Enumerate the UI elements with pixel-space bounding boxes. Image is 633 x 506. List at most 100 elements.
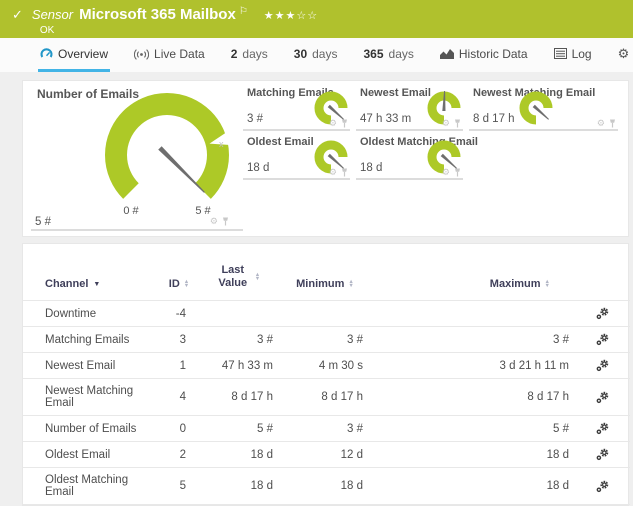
channel-settings-icon[interactable] xyxy=(596,333,609,346)
channel-last-value: 8 d 17 h xyxy=(231,391,273,403)
marker-x-icon: x xyxy=(219,139,224,149)
channel-maximum: 18 d xyxy=(546,448,569,461)
channel-last-value: 5 # xyxy=(257,422,273,435)
channel-minimum xyxy=(275,301,375,327)
gauge-current-value: 18 d xyxy=(360,162,383,174)
column-header-id[interactable]: ID xyxy=(158,244,200,301)
channel-settings-icon[interactable]: ⚙ xyxy=(442,119,450,128)
gauge-oldest-matching-email: Oldest Matching Email 18 d ⚙ xyxy=(356,136,478,180)
channels-table: Channel▼ ID Last Value Minimum Maximum D… xyxy=(23,244,630,505)
stars-filled[interactable]: ★★★ xyxy=(264,10,297,22)
channel-name: Number of Emails xyxy=(45,422,137,435)
channel-settings-icon[interactable] xyxy=(596,480,609,493)
column-header-maximum[interactable]: Maximum xyxy=(375,244,575,301)
table-row-downtime: Downtime -4 xyxy=(23,301,630,327)
gauge-current-value: 47 h 33 m xyxy=(360,113,412,125)
tab-log[interactable]: Log xyxy=(552,38,594,72)
channel-settings-icon[interactable]: ⚙ xyxy=(442,168,450,177)
channel-maximum: 5 # xyxy=(553,422,569,435)
small-gauge-dial xyxy=(519,91,553,125)
channel-settings-icon[interactable] xyxy=(596,359,609,372)
table-row-newest-matching-email: Newest Matching Email 4 8 d 17 h 8 d 17 … xyxy=(23,379,630,416)
tab-live-data[interactable]: Live Data xyxy=(132,38,207,72)
gauge-scale-min: 0 # xyxy=(123,205,139,217)
channel-settings-icon[interactable]: ⚙ xyxy=(210,217,218,226)
channel-id: 0 xyxy=(179,422,186,435)
gauge-oldest-email: Oldest Email 18 d ⚙ xyxy=(243,136,350,180)
chart-icon xyxy=(439,49,454,59)
page-title: Microsoft 365 Mailbox xyxy=(79,6,236,23)
channel-id: 5 xyxy=(179,480,186,492)
gauge-newest-email: Newest Email 47 h 33 m ⚙ xyxy=(356,87,463,131)
status-check-icon: ✓ xyxy=(12,7,23,22)
empty-cell xyxy=(469,136,618,180)
channel-name: Oldest Email xyxy=(45,448,111,461)
channel-settings-icon[interactable]: ⚙ xyxy=(329,168,337,177)
gauge-icon xyxy=(40,48,53,58)
tab-365-days-unit: days xyxy=(388,46,414,61)
sort-icon xyxy=(545,280,550,289)
pin-icon[interactable] xyxy=(454,168,461,177)
tab-historic-data[interactable]: Historic Data xyxy=(438,38,530,72)
tab-365-days[interactable]: 365 days xyxy=(361,38,415,72)
log-icon xyxy=(553,48,567,59)
gauge-current-value: 5 # xyxy=(35,216,51,228)
sensor-title-block: Sensor Microsoft 365 Mailbox ⚐ ★★★☆☆ OK xyxy=(32,6,318,36)
tab-overview[interactable]: Overview xyxy=(38,38,111,72)
stars-empty[interactable]: ☆☆ xyxy=(296,10,318,22)
column-header-actions xyxy=(575,244,630,301)
column-header-channel[interactable]: Channel ▼ xyxy=(23,244,158,301)
gear-icon: ⚙ xyxy=(617,46,630,61)
gauge-title: Newest Email xyxy=(360,87,431,99)
pin-icon[interactable] xyxy=(341,119,348,128)
pin-icon[interactable] xyxy=(454,119,461,128)
channel-name: Newest Matching Email xyxy=(45,385,134,409)
table-header-row: Channel▼ ID Last Value Minimum Maximum xyxy=(23,244,630,301)
channel-id: 3 xyxy=(179,333,186,346)
tab-settings[interactable]: ⚙ Settings xyxy=(616,38,633,72)
column-header-last-value[interactable]: Last Value xyxy=(200,244,275,301)
tab-365-days-number: 365 xyxy=(363,46,384,61)
channel-settings-icon[interactable]: ⚙ xyxy=(597,119,605,128)
priority-stars[interactable]: ★★★☆☆ xyxy=(264,9,318,22)
channel-minimum: 4 m 30 s xyxy=(318,359,363,372)
tab-historic-data-label: Historic Data xyxy=(458,46,528,61)
sensor-header: ✓ Sensor Microsoft 365 Mailbox ⚐ ★★★☆☆ O… xyxy=(0,0,633,38)
tab-2-days-unit: days xyxy=(242,46,268,61)
channel-settings-icon[interactable] xyxy=(596,448,609,461)
overview-content: Number of Emails x 0 # 5 # 5 # ⚙ Matchin… xyxy=(0,72,633,506)
channel-id: -4 xyxy=(175,307,186,320)
gauges-panel: Number of Emails x 0 # 5 # 5 # ⚙ Matchin… xyxy=(22,80,629,237)
gauge-current-value: 3 # xyxy=(247,113,263,125)
flag-icon[interactable]: ⚐ xyxy=(239,6,248,17)
status-badge: OK xyxy=(39,25,55,36)
gauge-current-value: 8 d 17 h xyxy=(473,113,515,125)
pin-icon[interactable] xyxy=(222,217,229,226)
main-gauge-dial xyxy=(105,93,231,199)
channel-settings-icon[interactable] xyxy=(596,391,609,404)
channel-last-value: 47 h 33 m xyxy=(221,359,273,372)
channel-maximum xyxy=(375,301,575,327)
channel-settings-icon[interactable] xyxy=(596,422,609,435)
tab-30-days[interactable]: 30 days xyxy=(292,38,340,72)
channel-last-value: 3 # xyxy=(257,333,273,346)
column-header-minimum[interactable]: Minimum xyxy=(275,244,375,301)
channel-id: 4 xyxy=(179,391,186,403)
gauge-current-value: 18 d xyxy=(247,162,270,174)
table-row-newest-email: Newest Email 1 47 h 33 m 4 m 30 s 3 d 21… xyxy=(23,353,630,379)
channel-settings-icon[interactable]: ⚙ xyxy=(329,119,337,128)
pin-icon[interactable] xyxy=(609,119,616,128)
channel-settings-icon[interactable] xyxy=(596,307,609,320)
tab-bar: Overview Live Data 2 days 30 days 365 da… xyxy=(0,38,633,72)
gauge-title: Oldest Email xyxy=(247,136,314,148)
tab-2-days[interactable]: 2 days xyxy=(229,38,270,72)
channel-minimum: 18 d xyxy=(340,480,363,492)
channel-maximum: 18 d xyxy=(546,480,569,492)
gauge-newest-matching-email: Newest Matching Email 8 d 17 h ⚙ xyxy=(469,87,618,131)
tab-log-label: Log xyxy=(571,46,592,61)
pin-icon[interactable] xyxy=(341,168,348,177)
channel-minimum: 8 d 17 h xyxy=(321,391,363,403)
tab-live-data-label: Live Data xyxy=(154,46,205,61)
channel-id: 2 xyxy=(179,448,186,461)
tab-30-days-number: 30 xyxy=(293,46,308,61)
